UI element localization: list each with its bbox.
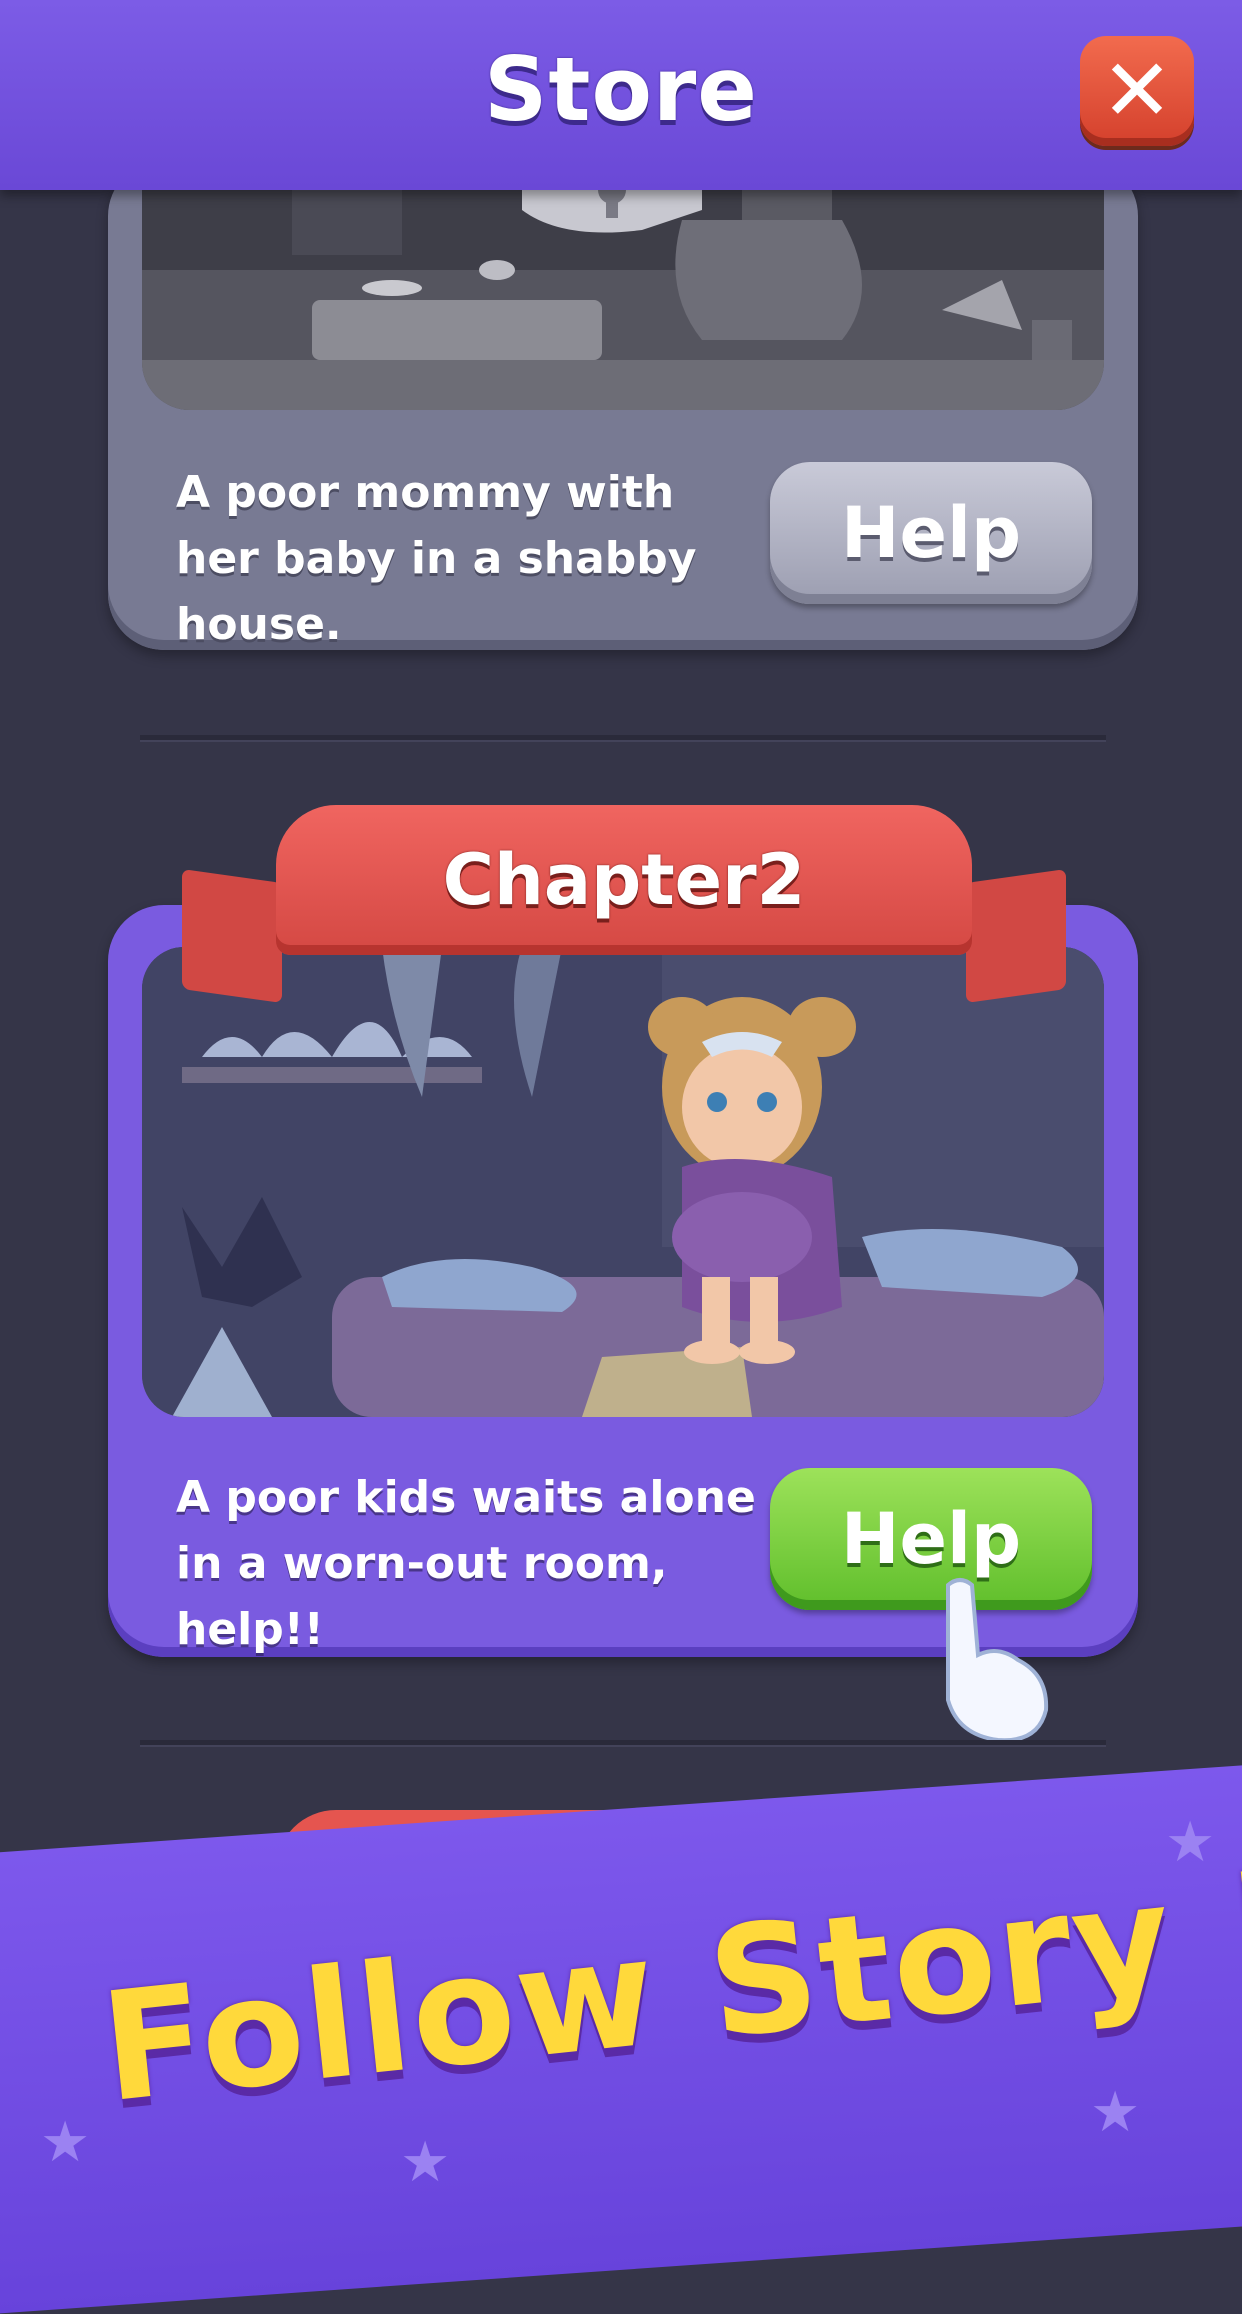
locked-scene-image <box>142 160 1104 410</box>
chapter2-scene-image <box>142 947 1104 1417</box>
ribbon-tail-left <box>182 868 282 1004</box>
chapter-card-2: A poor kids waits alone in a worn-out ro… <box>108 905 1138 1657</box>
star-icon: ★ <box>40 2110 91 2175</box>
help-button-locked[interactable]: Help <box>770 462 1092 604</box>
chapter-ribbon: Chapter2 <box>276 805 972 955</box>
page-title: Store <box>484 38 758 141</box>
store-header: Store ✕ <box>0 0 1242 190</box>
star-icon: ★ <box>1090 2080 1141 2145</box>
divider <box>140 1740 1106 1747</box>
ribbon-tail-right <box>966 868 1066 1004</box>
divider <box>140 735 1106 742</box>
chapter-card-locked: A poor mommy with her baby in a shabby h… <box>108 160 1138 650</box>
star-icon: ★ <box>400 2130 451 2195</box>
close-icon: ✕ <box>1100 41 1174 141</box>
pointer-hand-icon <box>946 1578 1049 1743</box>
chapter-description: A poor kids waits alone in a worn-out ro… <box>176 1472 756 1655</box>
close-button[interactable]: ✕ <box>1080 36 1194 146</box>
chapter-description: A poor mommy with her baby in a shabby h… <box>176 467 697 650</box>
